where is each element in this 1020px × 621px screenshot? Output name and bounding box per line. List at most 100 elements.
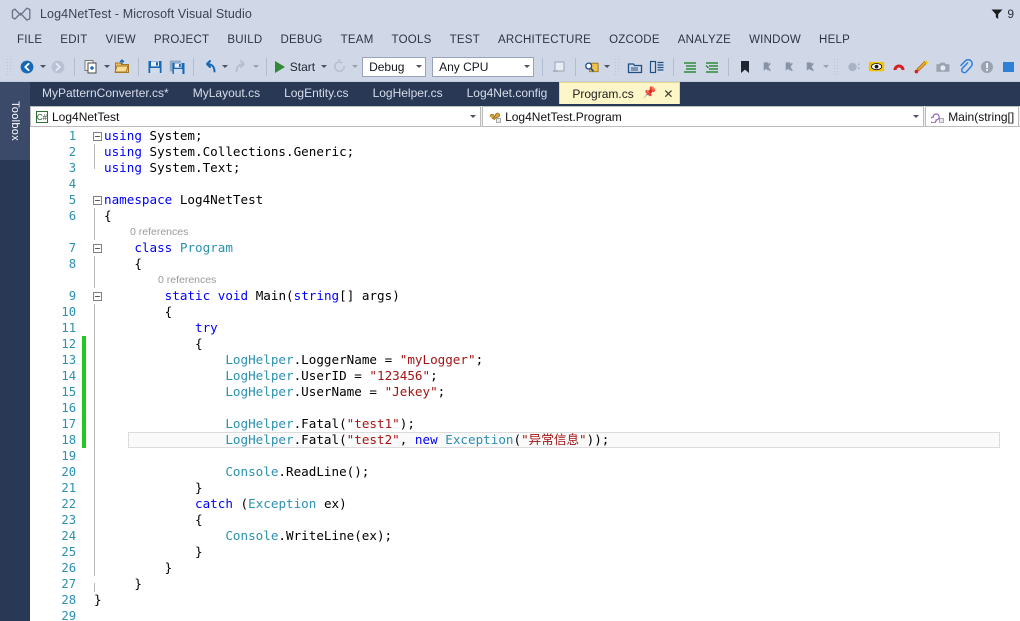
previous-bookmark-icon[interactable] xyxy=(756,56,778,78)
uncomment-selection-icon[interactable] xyxy=(701,56,723,78)
ozcode-reveal-icon[interactable] xyxy=(865,56,888,78)
menu-debug[interactable]: DEBUG xyxy=(271,31,331,49)
navbar-project-select[interactable]: C# Log4NetTest xyxy=(30,106,482,127)
line-number: 3 xyxy=(68,161,76,175)
solution-platform-select[interactable]: Any CPU xyxy=(432,56,534,77)
navigate-back-icon[interactable] xyxy=(16,56,38,78)
menu-help[interactable]: HELP xyxy=(810,31,859,49)
open-file-icon[interactable] xyxy=(111,56,133,78)
solution-platform-value: Any CPU xyxy=(439,59,489,74)
collapse-class-icon[interactable] xyxy=(90,240,104,256)
notification-count: 9 xyxy=(1007,7,1014,21)
restart-icon[interactable] xyxy=(328,56,350,78)
indent-guide xyxy=(94,432,95,448)
notification-flag-icon[interactable] xyxy=(990,7,1004,21)
code-line: 15 LogHelper.UserName = "Jekey"; xyxy=(30,384,1020,400)
toolbar-grip-3[interactable] xyxy=(832,57,840,76)
menu-window[interactable]: WINDOW xyxy=(740,31,810,49)
code-line-current: 18 LogHelper.Fatal("test2", new Exceptio… xyxy=(30,432,1020,448)
save-all-icon[interactable] xyxy=(166,56,188,78)
properties-window-icon[interactable] xyxy=(646,56,668,78)
change-bar xyxy=(82,416,86,432)
start-debug-button[interactable]: Start xyxy=(272,56,319,78)
tab-label: LogEntity.cs xyxy=(284,86,349,100)
breakpoint-icon[interactable] xyxy=(843,56,865,78)
menu-test[interactable]: TEST xyxy=(441,31,489,49)
navbar-member-select[interactable]: Main(string[] args xyxy=(925,106,1019,127)
navigate-forward-icon[interactable] xyxy=(47,56,69,78)
menu-project[interactable]: PROJECT xyxy=(145,31,218,49)
find-dropdown[interactable] xyxy=(603,65,612,68)
toolbar-grip-2[interactable] xyxy=(613,57,621,76)
codelens-row: 0 references xyxy=(30,224,1020,240)
solution-configuration-select[interactable]: Debug xyxy=(362,56,427,77)
next-bookmark-icon[interactable] xyxy=(778,56,800,78)
toolbar-separator-7 xyxy=(672,57,674,76)
line-number: 19 xyxy=(61,449,76,463)
ozcode-info-icon[interactable] xyxy=(976,56,998,78)
tab-mylayout[interactable]: MyLayout.cs xyxy=(181,82,272,104)
line-number: 25 xyxy=(61,545,76,559)
indent-guide xyxy=(94,256,95,272)
ozcode-link-icon[interactable] xyxy=(954,56,976,78)
toolbar-grip[interactable] xyxy=(6,57,14,76)
tab-mypatternconverter[interactable]: MyPatternConverter.cs* xyxy=(30,82,181,104)
menu-ozcode[interactable]: OZCODE xyxy=(600,31,669,49)
menu-team[interactable]: TEAM xyxy=(332,31,383,49)
indent-guide xyxy=(94,160,95,169)
navigate-back-dropdown[interactable] xyxy=(38,65,47,68)
code-text: { xyxy=(195,512,203,527)
clear-bookmarks-icon[interactable] xyxy=(800,56,822,78)
indent-guide xyxy=(94,544,95,560)
new-project-dropdown[interactable] xyxy=(102,65,111,68)
undo-icon[interactable] xyxy=(199,56,221,78)
chevron-down-icon[interactable] xyxy=(466,115,480,118)
tab-logentity[interactable]: LogEntity.cs xyxy=(272,82,360,104)
redo-icon[interactable] xyxy=(230,56,252,78)
title-bar-right-group: 9 xyxy=(990,0,1014,28)
tab-program-cs[interactable]: Program.cs 📌 ✕ xyxy=(559,82,681,104)
tab-loghelper[interactable]: LogHelper.cs xyxy=(361,82,455,104)
change-bar xyxy=(82,368,86,384)
redo-dropdown[interactable] xyxy=(252,65,261,68)
navbar-type-select[interactable]: Log4NetTest.Program xyxy=(482,106,925,127)
collapse-namespace-icon[interactable] xyxy=(90,192,104,208)
menu-tools[interactable]: TOOLS xyxy=(383,31,441,49)
indent-guide xyxy=(94,208,95,224)
ozcode-magnet-icon[interactable] xyxy=(888,56,910,78)
ozcode-magic-wand-icon[interactable] xyxy=(910,56,932,78)
new-project-icon[interactable] xyxy=(80,56,102,78)
menu-edit[interactable]: EDIT xyxy=(51,31,96,49)
code-editor[interactable]: 1 using System; 2 using System.Collectio… xyxy=(30,128,1020,621)
document-tab-strip: MyPatternConverter.cs* MyLayout.cs LogEn… xyxy=(30,82,1020,104)
save-icon[interactable] xyxy=(144,56,166,78)
tab-log4net-config[interactable]: Log4Net.config xyxy=(455,82,560,104)
toolbox-label: Toolbox xyxy=(9,100,21,141)
collapse-using-icon[interactable] xyxy=(90,128,104,144)
toolbar-overflow-icon[interactable] xyxy=(998,56,1020,78)
menu-build[interactable]: BUILD xyxy=(218,31,271,49)
step-into-icon[interactable] xyxy=(548,56,570,78)
undo-dropdown[interactable] xyxy=(221,65,230,68)
bookmark-dropdown[interactable] xyxy=(822,65,831,68)
menu-file[interactable]: FILE xyxy=(8,31,51,49)
solution-explorer-icon[interactable] xyxy=(624,56,646,78)
collapse-method-icon[interactable] xyxy=(90,288,104,304)
restart-dropdown[interactable] xyxy=(350,65,359,68)
bookmark-icon[interactable] xyxy=(734,56,756,78)
codelens-method-references[interactable]: 0 references xyxy=(158,272,216,288)
find-in-files-icon[interactable] xyxy=(581,56,603,78)
chevron-down-icon[interactable] xyxy=(909,115,923,118)
menu-view[interactable]: VIEW xyxy=(97,31,145,49)
ozcode-camera-icon[interactable] xyxy=(932,56,954,78)
pin-icon[interactable]: 📌 xyxy=(643,88,657,99)
codelens-class-references[interactable]: 0 references xyxy=(130,224,188,240)
comment-selection-icon[interactable] xyxy=(679,56,701,78)
sidebar-item-toolbox[interactable]: Toolbox xyxy=(0,82,30,160)
menu-analyze[interactable]: ANALYZE xyxy=(669,31,740,49)
code-text: LogHelper.UserID = "123456"; xyxy=(225,368,438,383)
menu-architecture[interactable]: ARCHITECTURE xyxy=(489,31,600,49)
close-icon[interactable]: ✕ xyxy=(663,88,673,100)
code-navigation-bar: C# Log4NetTest Log4NetTest.Program Main(… xyxy=(30,106,1020,127)
start-dropdown[interactable] xyxy=(319,65,328,68)
